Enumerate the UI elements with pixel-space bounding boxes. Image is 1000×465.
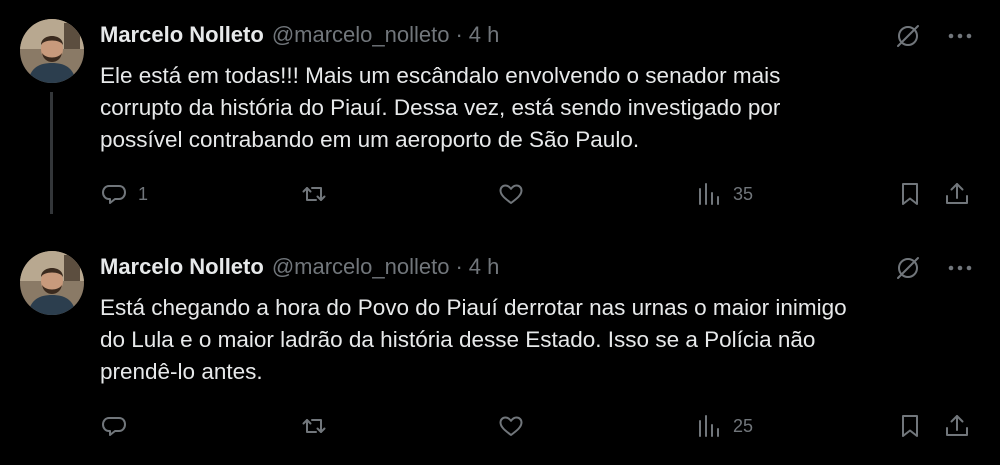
tweet-header: Marcelo Nolleto @marcelo_nolleto · 4 h <box>100 254 499 282</box>
reply-button[interactable]: 1 <box>100 176 148 212</box>
tweet-action-bar: 25 <box>100 408 980 444</box>
bookmark-button[interactable] <box>896 176 924 212</box>
views-button[interactable]: 35 <box>695 176 753 212</box>
retweet-button[interactable] <box>300 408 338 444</box>
views-button[interactable]: 25 <box>695 408 753 444</box>
retweet-button[interactable] <box>300 176 338 212</box>
more-dots-icon[interactable] <box>944 20 976 52</box>
author-name[interactable]: Marcelo Nolleto <box>100 254 264 280</box>
analytics-bars-icon <box>695 412 723 440</box>
share-button[interactable] <box>943 176 971 212</box>
reply-count: 1 <box>138 183 149 204</box>
timeline: Marcelo Nolleto @marcelo_nolleto · 4 h E… <box>0 0 1000 465</box>
heart-icon <box>497 412 525 440</box>
author-avatar[interactable] <box>20 251 84 315</box>
tweet-text: Ele está em todas!!! Mais um escândalo e… <box>100 63 781 152</box>
bookmark-button[interactable] <box>896 408 924 444</box>
thread-connector-line <box>50 92 53 214</box>
author-name[interactable]: Marcelo Nolleto <box>100 22 264 48</box>
tweet-top-actions <box>892 252 976 284</box>
share-upload-icon <box>943 180 971 208</box>
tweet-2[interactable]: Marcelo Nolleto @marcelo_nolleto · 4 h E… <box>0 232 1000 464</box>
heart-icon <box>497 180 525 208</box>
reply-bubble-icon <box>100 180 128 208</box>
author-avatar[interactable] <box>20 19 84 83</box>
share-button[interactable] <box>943 408 971 444</box>
separator-dot: · <box>455 254 463 279</box>
more-dots-icon[interactable] <box>944 252 976 284</box>
tweet-header: Marcelo Nolleto @marcelo_nolleto · 4 h <box>100 22 499 50</box>
reply-button[interactable] <box>100 408 138 444</box>
tweet-text: Está chegando a hora do Povo do Piauí de… <box>100 295 847 384</box>
analytics-bars-icon <box>695 180 723 208</box>
timestamp[interactable]: 4 h <box>469 254 500 280</box>
timestamp[interactable]: 4 h <box>469 22 500 48</box>
retweet-arrows-icon <box>300 412 328 440</box>
tweet-top-actions <box>892 20 976 52</box>
tweet-1[interactable]: Marcelo Nolleto @marcelo_nolleto · 4 h E… <box>0 0 1000 232</box>
grok-slash-circle-icon[interactable] <box>892 20 924 52</box>
author-handle[interactable]: @marcelo_nolleto <box>272 22 450 48</box>
bookmark-icon <box>896 412 924 440</box>
reply-bubble-icon <box>100 412 128 440</box>
views-count: 35 <box>733 183 754 204</box>
tweet-action-bar: 1 35 <box>100 176 980 212</box>
retweet-arrows-icon <box>300 180 328 208</box>
grok-slash-circle-icon[interactable] <box>892 252 924 284</box>
author-handle[interactable]: @marcelo_nolleto <box>272 254 450 280</box>
like-button[interactable] <box>497 408 535 444</box>
separator-dot: · <box>455 22 463 47</box>
bookmark-icon <box>896 180 924 208</box>
like-button[interactable] <box>497 176 535 212</box>
views-count: 25 <box>733 415 754 436</box>
share-upload-icon <box>943 412 971 440</box>
